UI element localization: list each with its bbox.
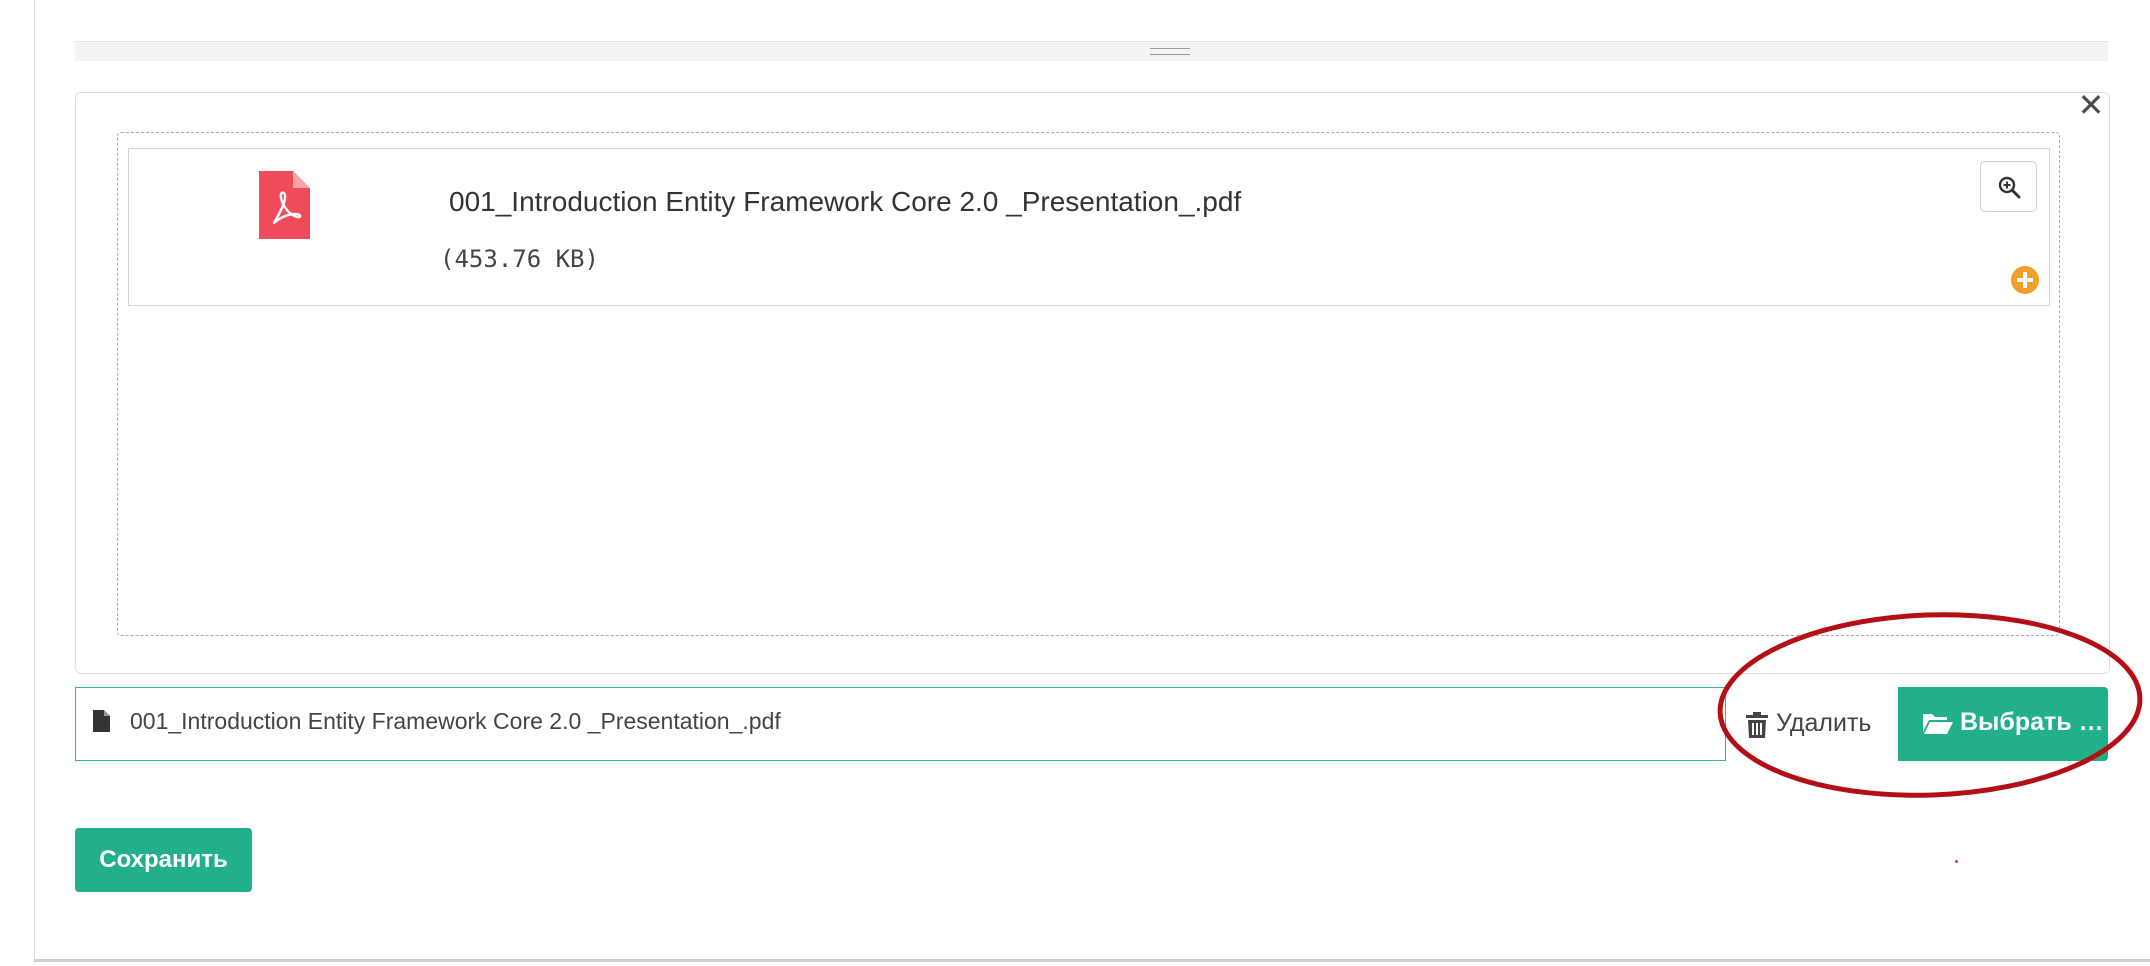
remove-button[interactable]: Удалить xyxy=(1726,687,1897,761)
pdf-file-icon xyxy=(259,171,310,239)
resize-grip-icon[interactable] xyxy=(1150,48,1190,55)
selected-file-field[interactable]: 001_Introduction Entity Framework Core 2… xyxy=(75,687,1726,761)
folder-open-icon xyxy=(1923,714,1953,734)
resize-bar[interactable] xyxy=(75,41,2108,61)
red-dot-mark xyxy=(1955,860,1958,863)
browse-button[interactable]: Выбрать … xyxy=(1898,687,2108,761)
trash-icon xyxy=(1746,712,1768,738)
selected-file-name: 001_Introduction Entity Framework Core 2… xyxy=(130,708,781,734)
preview-file-size: (453.76 KB) xyxy=(440,245,599,273)
zoom-in-icon xyxy=(1998,176,2021,199)
file-icon xyxy=(93,710,110,732)
add-button[interactable] xyxy=(2010,265,2040,295)
remove-button-label: Удалить xyxy=(1776,709,1872,737)
zoom-button[interactable] xyxy=(1980,161,2037,212)
close-icon[interactable]: ✕ xyxy=(2074,88,2108,122)
file-preview-card xyxy=(128,148,2050,306)
preview-file-name: 001_Introduction Entity Framework Core 2… xyxy=(449,186,1242,217)
save-button[interactable]: Сохранить xyxy=(75,828,252,892)
browse-button-label: Выбрать … xyxy=(1960,708,2104,736)
plus-circle-icon xyxy=(2011,266,2039,294)
